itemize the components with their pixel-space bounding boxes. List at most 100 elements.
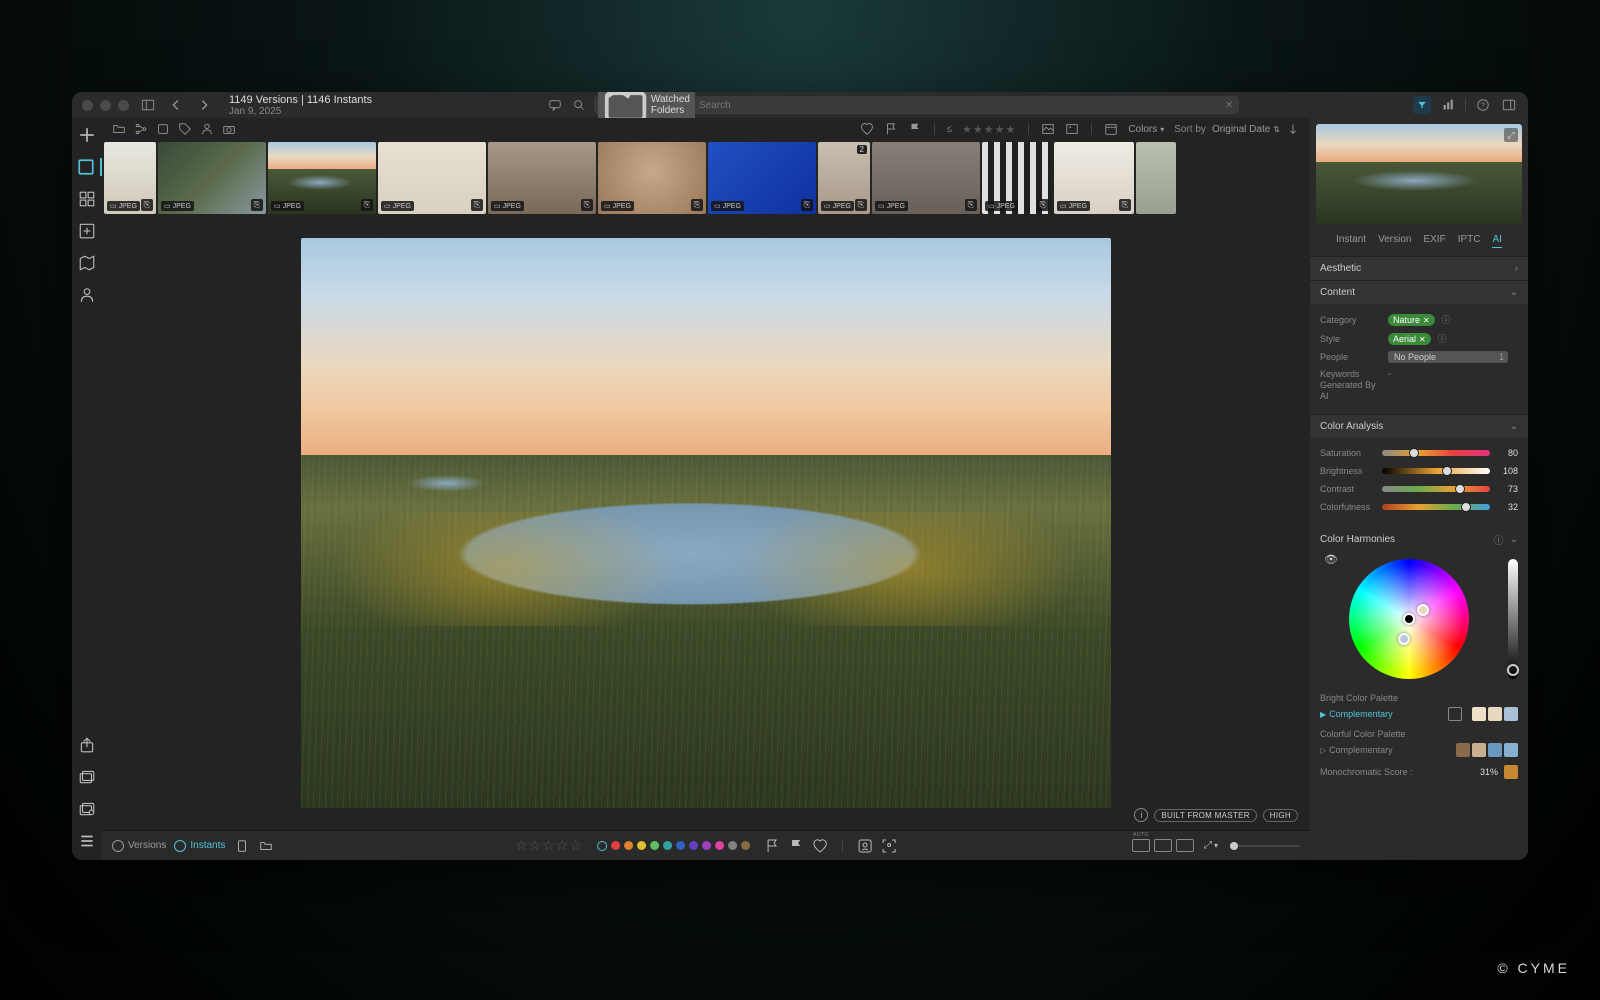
color-wheel[interactable] [1349, 559, 1469, 679]
swatch[interactable] [1472, 707, 1486, 721]
filter-tree-icon[interactable] [134, 122, 148, 136]
swatch[interactable] [1504, 743, 1518, 757]
rail-view-grid[interactable] [78, 190, 96, 208]
filter-camera-icon[interactable] [222, 122, 236, 136]
color-dot[interactable] [741, 841, 750, 850]
favorite-filter-icon[interactable] [860, 122, 874, 136]
swatch[interactable] [1456, 743, 1470, 757]
filter-folder-icon[interactable] [112, 122, 126, 136]
preview-thumbnail[interactable]: ⤢ [1316, 124, 1522, 224]
tab-instant[interactable]: Instant [1336, 234, 1366, 248]
color-dot[interactable] [624, 841, 633, 850]
color-dot[interactable] [663, 841, 672, 850]
thumbnail[interactable]: ▭JPEG⎘ [488, 142, 596, 214]
swatch[interactable] [1504, 707, 1518, 721]
layout-switch[interactable] [1132, 839, 1194, 852]
slider-track[interactable] [1382, 504, 1490, 510]
doc-icon[interactable] [235, 839, 249, 853]
thumbnail[interactable] [1136, 142, 1176, 214]
picture-filter-icon-2[interactable] [1065, 122, 1079, 136]
info-small-icon[interactable]: ⓘ [1494, 532, 1504, 547]
zoom-slider[interactable] [1230, 845, 1300, 847]
stats-icon[interactable] [1439, 96, 1457, 114]
search-icon[interactable] [570, 96, 588, 114]
thumbnail[interactable]: ▭JPEG⎘2 [818, 142, 870, 214]
filter-tag-icon[interactable] [178, 122, 192, 136]
color-labels[interactable] [597, 841, 750, 851]
section-color-analysis[interactable]: Color Analysis ⌄ [1310, 414, 1528, 438]
color-dot[interactable] [702, 841, 711, 850]
wheel-point[interactable] [1398, 633, 1410, 645]
thumbnail[interactable]: ▭JPEG⎘ [598, 142, 706, 214]
info-small-icon[interactable]: ⓘ [1442, 315, 1451, 325]
bright-palette-type[interactable]: ▶Complementary [1320, 709, 1393, 719]
favorite-button[interactable] [812, 838, 828, 854]
section-aesthetic[interactable]: Aesthetic › [1310, 256, 1528, 280]
tab-exif[interactable]: EXIF [1423, 234, 1445, 248]
reject-button[interactable] [788, 838, 804, 854]
filter-album-icon[interactable] [156, 122, 170, 136]
color-dot[interactable] [611, 841, 620, 850]
color-dot[interactable] [676, 841, 685, 850]
zoom-window-button[interactable] [118, 100, 129, 111]
section-color-harmonies[interactable]: Color Harmonies ⓘ ⌄ [1310, 526, 1528, 553]
rail-people[interactable] [78, 286, 96, 304]
people-value[interactable]: No People1 [1388, 351, 1508, 363]
color-dot[interactable] [637, 841, 646, 850]
category-tag[interactable]: Nature✕ [1388, 314, 1435, 326]
minimize-window-button[interactable] [100, 100, 111, 111]
thumbnail[interactable]: ▭JPEG⎘ [708, 142, 816, 214]
remove-tag-icon[interactable]: ✕ [1419, 335, 1426, 344]
filter-icon[interactable] [1413, 96, 1431, 114]
rating-filter[interactable]: ★★★★★ [962, 123, 1016, 136]
sort-select[interactable]: Original Date⇅ [1212, 124, 1280, 135]
search-input[interactable] [699, 100, 1219, 111]
tab-ai[interactable]: AI [1492, 234, 1501, 248]
rail-map[interactable] [78, 254, 96, 272]
face-detect-button[interactable] [857, 838, 873, 854]
remove-tag-icon[interactable]: ✕ [1423, 316, 1430, 325]
thumbnail[interactable]: ▭JPEG⎘ [872, 142, 980, 214]
section-content[interactable]: Content ⌄ [1310, 280, 1528, 304]
thumbnail-strip[interactable]: ▭JPEG⎘▭JPEG⎘▭JPEG⎘▭JPEG⎘▭JPEG⎘▭JPEG⎘▭JPE… [102, 140, 1310, 216]
thumbnail[interactable]: ▭JPEG⎘ [982, 142, 1052, 214]
toggle-instants[interactable]: Instants [174, 840, 225, 852]
thumbnail[interactable]: ▭JPEG⎘ [268, 142, 376, 214]
picture-filter-icon[interactable] [1041, 122, 1055, 136]
filter-person-icon[interactable] [200, 122, 214, 136]
toggle-versions[interactable]: Versions [112, 840, 166, 852]
rail-menu[interactable] [78, 832, 96, 850]
thumbnail[interactable]: ▭JPEG⎘ [158, 142, 266, 214]
sort-direction-icon[interactable] [1286, 122, 1300, 136]
close-window-button[interactable] [82, 100, 93, 111]
layout-wide[interactable] [1154, 839, 1172, 852]
style-tag[interactable]: Aerial✕ [1388, 333, 1431, 345]
tab-iptc[interactable]: IPTC [1458, 234, 1481, 248]
flag-button[interactable] [764, 838, 780, 854]
rail-export[interactable] [78, 736, 96, 754]
rating-stars[interactable]: ☆☆☆☆☆ [515, 837, 583, 854]
rail-stacks[interactable] [78, 768, 96, 786]
wheel-point[interactable] [1403, 613, 1415, 625]
image-viewer[interactable]: i BUILT FROM MASTER HIGH [102, 216, 1310, 830]
folder-icon[interactable] [259, 839, 273, 853]
focus-face-button[interactable] [881, 838, 897, 854]
chat-icon[interactable] [546, 96, 564, 114]
search-field[interactable]: Watched Folders ✕ [594, 96, 1240, 114]
eye-icon[interactable]: 👁 [1324, 553, 1338, 566]
thumbnail[interactable]: ▭JPEG⎘ [104, 142, 156, 214]
value-slider[interactable] [1508, 559, 1518, 679]
swatch[interactable] [1472, 743, 1486, 757]
clear-search-icon[interactable]: ✕ [1223, 100, 1235, 111]
expand-icon[interactable]: ⤢ [1504, 128, 1518, 142]
color-dot[interactable] [689, 841, 698, 850]
rail-sync[interactable] [78, 800, 96, 818]
info-icon[interactable]: i [1134, 808, 1148, 822]
rail-add-collection[interactable] [78, 222, 96, 240]
color-dot[interactable] [650, 841, 659, 850]
swatch[interactable] [1488, 707, 1502, 721]
flag-filter-icon[interactable] [884, 122, 898, 136]
bright-swatches[interactable] [1472, 707, 1518, 721]
calendar-filter-icon[interactable] [1104, 122, 1118, 136]
thumbnail[interactable]: ▭JPEG⎘ [378, 142, 486, 214]
